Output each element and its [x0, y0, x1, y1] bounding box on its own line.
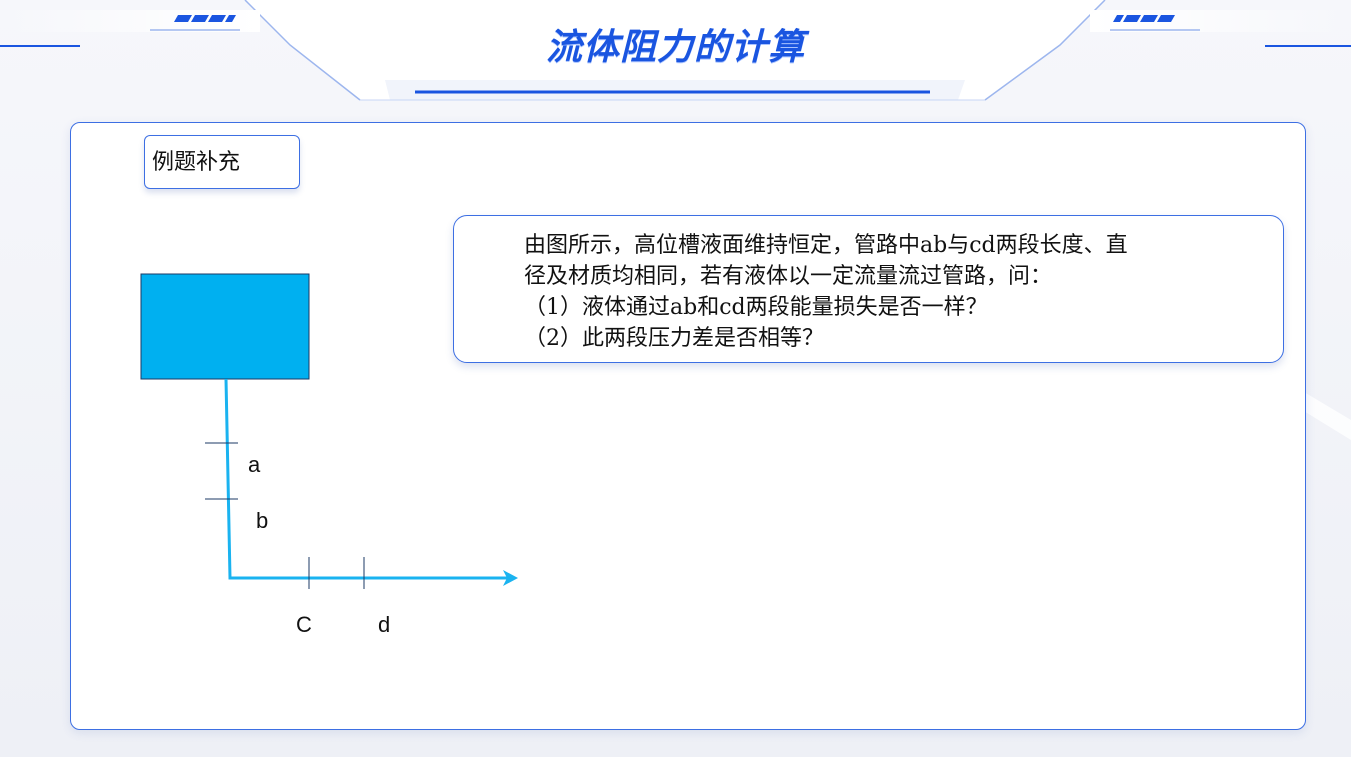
label-c: C [296, 612, 312, 637]
label-b: b [256, 508, 268, 533]
pipe-line [224, 378, 510, 580]
label-a: a [248, 452, 261, 477]
tank [140, 273, 310, 380]
pipe-diagram: a b C d [140, 273, 518, 637]
label-d: d [378, 612, 390, 637]
